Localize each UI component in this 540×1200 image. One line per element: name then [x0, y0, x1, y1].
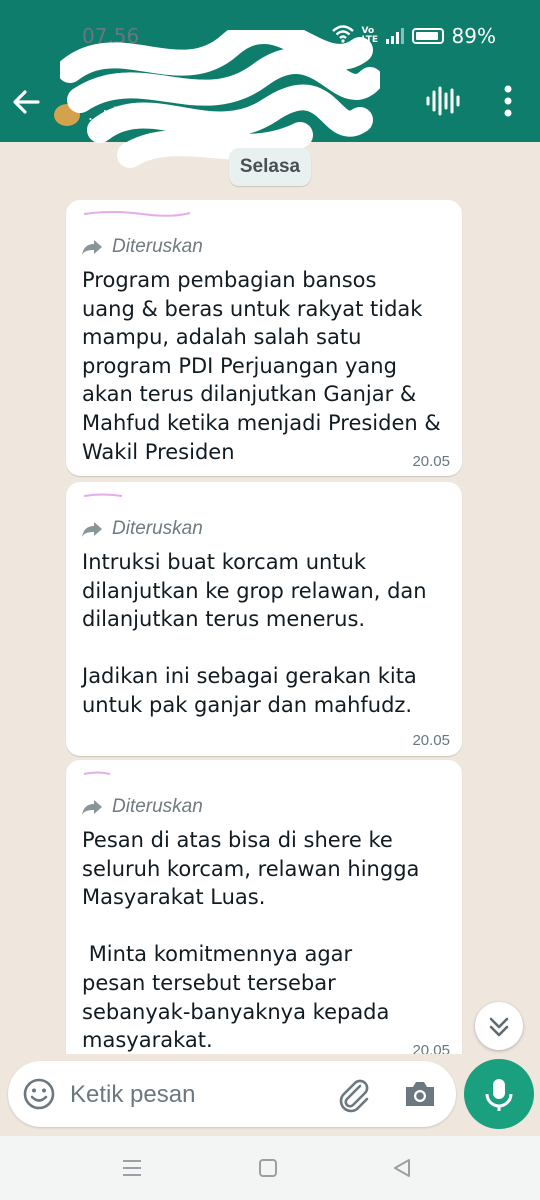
voice-message-button[interactable]: [464, 1059, 534, 1129]
forward-arrow-icon: [82, 240, 102, 255]
sender-name-redacted: [83, 771, 111, 775]
microphone-icon: [485, 1079, 513, 1111]
emoji-icon[interactable]: [22, 1077, 56, 1111]
sender-name-redacted: [83, 211, 191, 217]
message-bubble[interactable]: Diteruskan Program pembagian bansos uang…: [66, 200, 462, 476]
message-text: Intruksi buat korcam untuk dilanjutkan k…: [82, 550, 427, 717]
battery-icon: [411, 28, 444, 44]
message-text: Program pembagian bansos uang & beras un…: [82, 268, 441, 464]
forward-arrow-icon: [82, 522, 102, 537]
forwarded-label: Diteruskan: [80, 796, 203, 818]
chat-header: 07.56 Vo LTE 89% ...pk, I: [0, 0, 540, 168]
nav-back-icon[interactable]: [390, 1156, 414, 1180]
message-time: 20.05: [412, 732, 450, 749]
message-composer: [8, 1061, 456, 1127]
signal-icon: [385, 28, 404, 44]
recent-apps-icon[interactable]: [120, 1156, 144, 1180]
date-chip: Selasa: [229, 148, 311, 186]
message-bubble[interactable]: Diteruskan Pesan di atas bisa di shere k…: [66, 760, 462, 1054]
paperclip-icon[interactable]: [336, 1077, 372, 1113]
message-bubble[interactable]: Diteruskan Intruksi buat korcam untuk di…: [66, 482, 462, 756]
sender-name-redacted: [83, 493, 123, 497]
scroll-to-bottom-button[interactable]: [475, 1002, 523, 1050]
message-time: 20.05: [412, 453, 450, 470]
forward-arrow-icon: [82, 800, 102, 815]
back-arrow-icon[interactable]: [8, 84, 44, 120]
home-icon[interactable]: [256, 1156, 280, 1180]
chat-area[interactable]: Selasa Diteruskan Program pembagian bans…: [0, 142, 540, 1054]
message-time: 20.05: [412, 1042, 450, 1054]
more-options-icon[interactable]: [498, 84, 518, 118]
forwarded-label: Diteruskan: [80, 236, 203, 258]
forwarded-label: Diteruskan: [80, 518, 203, 540]
message-text: Pesan di atas bisa di shere ke seluruh k…: [82, 828, 420, 1053]
message-input[interactable]: [70, 1075, 320, 1115]
camera-icon[interactable]: [402, 1078, 438, 1110]
double-chevron-down-icon: [489, 1017, 509, 1037]
voice-call-icon[interactable]: [424, 86, 460, 116]
battery-percent: 89%: [451, 24, 496, 48]
system-nav-bar: [0, 1136, 540, 1200]
